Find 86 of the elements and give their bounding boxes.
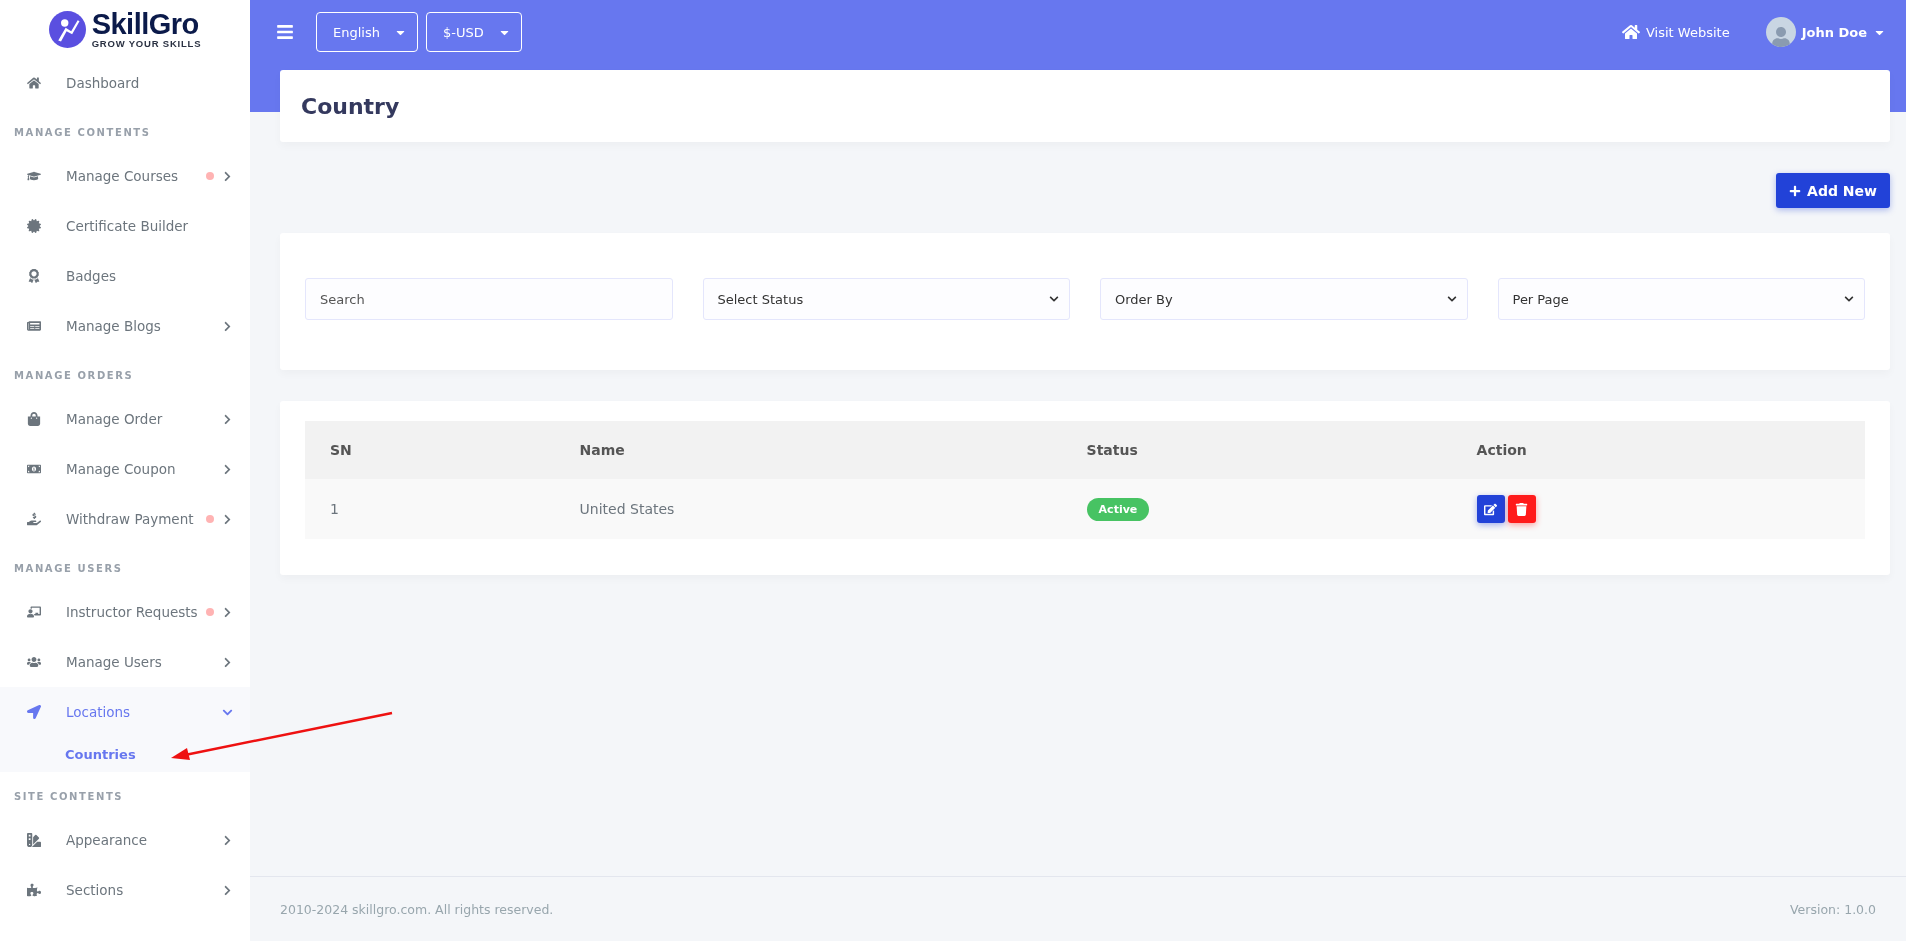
column-header: SN <box>305 421 555 479</box>
column-header: Action <box>1451 421 1865 479</box>
banknote-icon <box>27 462 41 476</box>
sidebar-item-label: Appearance <box>66 832 149 848</box>
sidebar-item-label: Sections <box>66 882 125 898</box>
column-header: Status <box>1061 421 1452 479</box>
select-field[interactable]: Order By <box>1100 278 1468 320</box>
graduation-cap-icon <box>27 169 41 183</box>
sidebar-item[interactable]: Locations <box>0 687 250 737</box>
chevron-right-icon <box>222 413 233 425</box>
chevron-right-icon <box>222 834 233 846</box>
shopping-bag-icon <box>27 412 41 426</box>
version-text: Version: 1.0.0 <box>1790 901 1876 917</box>
section-heading: MANAGE USERS <box>13 562 124 576</box>
delete-button[interactable] <box>1507 495 1536 523</box>
submenu-item[interactable]: Countries <box>0 737 250 772</box>
sidebar-item[interactable]: Sections <box>0 865 250 915</box>
chevron-down-icon <box>1844 294 1854 304</box>
chevron-right-icon <box>222 606 233 618</box>
page-title: Country <box>301 93 400 119</box>
avatar <box>1765 17 1796 47</box>
teacher-board-icon <box>27 605 41 619</box>
menu-icon[interactable] <box>276 23 294 41</box>
user-menu[interactable]: John Doe <box>1765 17 1886 47</box>
brand-tagline: GROW YOUR SKILLS <box>91 38 202 49</box>
chevron-right-icon <box>222 656 233 668</box>
sidebar-item[interactable]: Manage Users <box>0 637 250 687</box>
copyright-text: 2010-2024 skillgro.com. All rights reserved. <box>280 901 554 917</box>
chevron-right-icon <box>222 884 233 896</box>
chevron-right-icon <box>222 463 233 475</box>
chevron-right-icon <box>222 170 233 182</box>
location-arrow-icon <box>27 705 41 719</box>
table-cell: 1 <box>305 479 555 539</box>
home-icon <box>1622 23 1640 41</box>
swatchbook-icon <box>27 833 41 847</box>
sidebar-item-label: Certificate Builder <box>66 218 190 234</box>
edit-button[interactable] <box>1476 495 1505 523</box>
select-field[interactable]: Per Page <box>1497 278 1865 320</box>
sidebar-item-label: Dashboard <box>66 75 141 91</box>
puzzle-piece-icon <box>27 883 41 897</box>
sidebar-item-label: Manage Order <box>66 411 164 427</box>
section-heading: MANAGE ORDERS <box>13 369 135 383</box>
home-icon <box>27 76 41 90</box>
sidebar-item-label: Manage Blogs <box>66 318 162 334</box>
sidebar-item-label: Withdraw Payment <box>66 511 195 527</box>
language-dropdown[interactable]: English <box>316 12 418 52</box>
section-heading: SITE CONTENTS <box>13 790 125 804</box>
sidebar-item-label: Badges <box>66 268 117 284</box>
hand-coin-icon <box>27 512 41 526</box>
sidebar-item[interactable]: Manage Coupon <box>0 444 250 494</box>
chevron-down-icon <box>1049 294 1059 304</box>
users-icon <box>27 655 41 669</box>
sidebar-item[interactable]: Dashboard <box>0 58 250 108</box>
trash-icon <box>1515 502 1529 516</box>
brand-name: SkillGro <box>91 9 200 39</box>
sidebar-item[interactable]: Certificate Builder <box>0 201 250 251</box>
search-field[interactable]: Search <box>305 278 673 320</box>
logo-icon <box>48 10 86 48</box>
table-cell: United States <box>554 479 1062 539</box>
sidebar-item-label: Manage Users <box>66 654 163 670</box>
section-heading: MANAGE CONTENTS <box>13 126 152 140</box>
column-header: Name <box>554 421 1062 479</box>
visit-website-link[interactable]: Visit Website <box>1622 23 1730 41</box>
chevron-right-icon <box>222 320 233 332</box>
newspaper-icon <box>27 319 41 333</box>
badge-seal-icon <box>27 219 41 233</box>
chevron-right-icon <box>222 513 233 525</box>
sidebar-item-label: Locations <box>66 704 132 720</box>
sidebar-item[interactable]: Manage Order <box>0 394 250 444</box>
sidebar-item[interactable]: Withdraw Payment <box>0 494 250 544</box>
sidebar-item[interactable]: Badges <box>0 251 250 301</box>
sidebar-item-label: Manage Coupon <box>66 461 177 477</box>
sidebar-item[interactable]: Instructor Requests <box>0 587 250 637</box>
sidebar-item-label: Manage Courses <box>66 168 180 184</box>
select-field[interactable]: Select Status <box>702 278 1070 320</box>
sidebar-item-label: Instructor Requests <box>66 604 199 620</box>
award-icon <box>27 269 41 283</box>
sidebar-item[interactable]: Appearance <box>0 815 250 865</box>
plus-icon <box>1789 184 1802 197</box>
chevron-down-icon <box>1446 294 1457 304</box>
status-badge: Active <box>1086 497 1150 521</box>
add-new-button[interactable]: Add New <box>1776 173 1890 208</box>
sidebar-item[interactable]: Manage Courses <box>0 151 250 201</box>
edit-icon <box>1484 502 1498 516</box>
sidebar-item[interactable]: Manage Blogs <box>0 301 250 351</box>
currency-dropdown[interactable]: $-USD <box>425 12 522 52</box>
